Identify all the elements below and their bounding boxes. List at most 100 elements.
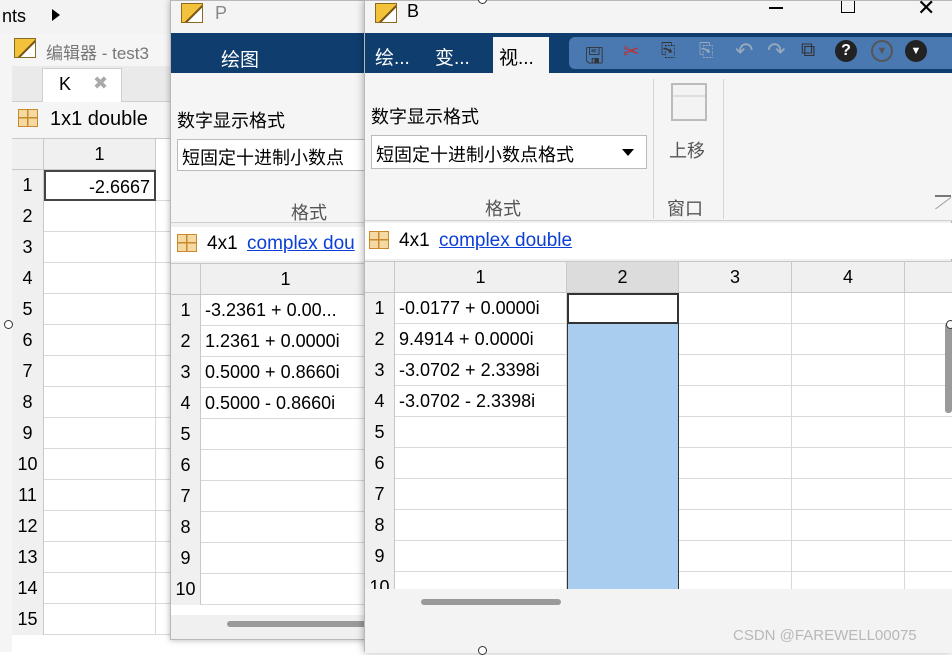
table-cell[interactable]	[792, 541, 905, 572]
table-cell-selected[interactable]	[567, 417, 679, 448]
tab-plots[interactable]: 绘...	[375, 43, 410, 70]
table-cell[interactable]	[679, 386, 792, 417]
undo-icon[interactable]: ↶	[735, 38, 753, 64]
variable-type-link[interactable]: complex double	[439, 230, 572, 252]
row-header[interactable]: 5	[171, 419, 201, 450]
table-cell[interactable]	[201, 419, 371, 450]
table-cell[interactable]	[44, 356, 156, 387]
save-icon[interactable]: 🖫	[585, 39, 604, 77]
row-header[interactable]: 4	[12, 263, 44, 294]
row-header[interactable]: 2	[12, 201, 44, 232]
row-header[interactable]: 4	[171, 388, 201, 419]
row-header[interactable]: 5	[365, 417, 395, 448]
row-header[interactable]: 9	[12, 418, 44, 449]
table-cell[interactable]	[201, 543, 371, 574]
table-cell[interactable]	[792, 448, 905, 479]
table-cell[interactable]	[905, 510, 952, 541]
table-cell[interactable]	[44, 542, 156, 573]
column-header[interactable]: 1	[201, 264, 371, 295]
table-cell[interactable]	[679, 479, 792, 510]
table-cell[interactable]: 9.4914 + 0.0000i	[395, 324, 567, 355]
table-cell[interactable]	[905, 293, 952, 324]
row-header[interactable]: 6	[171, 450, 201, 481]
row-header[interactable]: 3	[365, 355, 395, 386]
options-dropdown-icon[interactable]: ▼	[871, 40, 893, 62]
table-cell-selected[interactable]	[567, 293, 679, 324]
table-cell[interactable]	[679, 510, 792, 541]
help-icon[interactable]: ?	[835, 40, 857, 62]
table-cell[interactable]	[905, 448, 952, 479]
table-cell[interactable]	[44, 294, 156, 325]
table-cell[interactable]: -2.6667	[44, 170, 156, 201]
table-cell-selected[interactable]	[567, 510, 679, 541]
table-cell[interactable]	[905, 479, 952, 510]
row-header[interactable]: 10	[12, 449, 44, 480]
table-cell[interactable]	[395, 572, 567, 589]
table-cell[interactable]	[201, 450, 371, 481]
table-cell[interactable]	[679, 324, 792, 355]
row-header[interactable]: 10	[365, 572, 395, 589]
table-cell[interactable]	[792, 386, 905, 417]
table-cell[interactable]	[395, 479, 567, 510]
tab-view[interactable]: 视...	[493, 37, 549, 73]
row-header[interactable]: 1	[365, 293, 395, 324]
tab-variable[interactable]: 变...	[435, 43, 470, 70]
row-header[interactable]: 14	[12, 573, 44, 604]
table-cell[interactable]	[44, 232, 156, 263]
row-header[interactable]: 9	[365, 541, 395, 572]
table-cell[interactable]	[679, 572, 792, 589]
horizontal-scrollbar[interactable]	[227, 621, 367, 627]
selection-handle[interactable]	[478, 646, 487, 655]
table-cell[interactable]	[792, 479, 905, 510]
table-cell-selected[interactable]	[567, 541, 679, 572]
table-cell[interactable]	[44, 325, 156, 356]
vertical-scrollbar[interactable]	[945, 323, 952, 413]
table-cell[interactable]: -3.0702 + 2.3398i	[395, 355, 567, 386]
table-cell[interactable]	[905, 541, 952, 572]
table-cell[interactable]	[44, 449, 156, 480]
tab-plot[interactable]: 绘图	[221, 45, 259, 72]
table-cell-selected[interactable]	[567, 386, 679, 417]
cut-icon[interactable]: ✂	[623, 39, 640, 64]
table-cell[interactable]	[679, 448, 792, 479]
table-cell[interactable]	[44, 418, 156, 449]
close-icon[interactable]: ✕	[917, 0, 935, 21]
row-header[interactable]: 11	[12, 480, 44, 511]
row-header[interactable]: 5	[12, 294, 44, 325]
table-cell[interactable]	[792, 572, 905, 589]
table-cell[interactable]: -3.2361 + 0.00...	[201, 295, 371, 326]
row-header[interactable]: 2	[365, 324, 395, 355]
table-cell[interactable]	[792, 417, 905, 448]
table-cell[interactable]	[44, 263, 156, 294]
table-cell[interactable]	[792, 510, 905, 541]
table-cell[interactable]: 0.5000 + 0.8660i	[201, 357, 371, 388]
table-cell-selected[interactable]	[567, 479, 679, 510]
redo-icon[interactable]: ↷	[767, 38, 785, 64]
row-header[interactable]: 2	[171, 326, 201, 357]
row-header[interactable]: 7	[365, 479, 395, 510]
table-cell-selected[interactable]	[567, 355, 679, 386]
move-up-button[interactable]: 上移	[661, 77, 717, 167]
table-cell[interactable]	[395, 510, 567, 541]
row-header[interactable]: 3	[171, 357, 201, 388]
column-header[interactable]: 1	[44, 139, 156, 170]
variable-type-link[interactable]: complex dou	[247, 233, 355, 255]
table-cell[interactable]	[395, 448, 567, 479]
table-cell[interactable]	[201, 574, 371, 605]
column-header[interactable]: 2	[567, 262, 679, 293]
table-cell[interactable]	[792, 324, 905, 355]
row-header[interactable]: 6	[365, 448, 395, 479]
table-cell[interactable]	[44, 201, 156, 232]
table-cell[interactable]	[44, 387, 156, 418]
row-header[interactable]: 1	[171, 295, 201, 326]
column-header[interactable]: 3	[679, 262, 792, 293]
table-cell[interactable]	[679, 417, 792, 448]
table-cell-selected[interactable]	[567, 572, 679, 589]
row-header[interactable]: 1	[12, 170, 44, 201]
row-header[interactable]: 10	[171, 574, 201, 605]
row-header[interactable]: 7	[171, 481, 201, 512]
menu-arrow-icon[interactable]	[52, 9, 60, 21]
horizontal-scrollbar[interactable]	[421, 599, 561, 605]
row-header[interactable]: 13	[12, 542, 44, 573]
menu-item[interactable]: nts	[2, 6, 26, 27]
